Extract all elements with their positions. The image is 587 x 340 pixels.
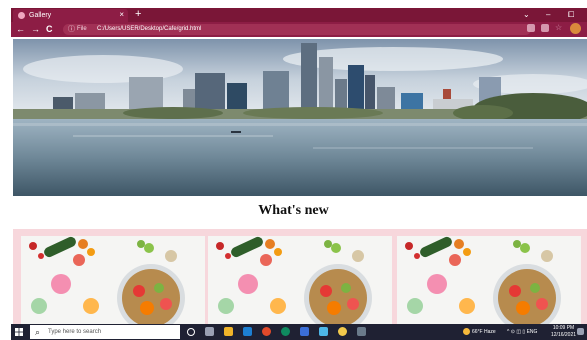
browser-tab-bar: Gallery × + ⌄ – ⧠ xyxy=(11,8,587,22)
info-icon[interactable]: ⓘ xyxy=(68,24,75,35)
hero-image xyxy=(13,39,587,196)
clock-time: 10:09 PM xyxy=(552,325,575,331)
bookmark-star-icon[interactable]: ☆ xyxy=(555,24,563,32)
store-icon[interactable] xyxy=(300,327,309,336)
edge-icon[interactable] xyxy=(281,327,290,336)
gallery-card xyxy=(21,236,205,324)
favicon-icon xyxy=(18,12,25,19)
paint-icon[interactable] xyxy=(357,327,366,336)
profile-avatar[interactable] xyxy=(570,23,581,34)
minimize-button[interactable]: – xyxy=(546,8,550,21)
url-scheme-label: File xyxy=(77,26,87,32)
gallery-grid xyxy=(13,229,587,324)
taskbar-search-box[interactable]: ⌕ Type here to search xyxy=(30,325,180,339)
share-icon[interactable] xyxy=(541,24,549,32)
tab-close-icon[interactable]: × xyxy=(119,9,124,20)
tab-search-icon[interactable]: ⌄ xyxy=(523,8,530,21)
windows-taskbar: ⌕ Type here to search 66°F Haze ^ ⊙ ◫ ▯ … xyxy=(11,324,587,340)
food-bowl-image xyxy=(21,236,205,324)
task-view-icon[interactable] xyxy=(205,327,214,336)
gallery-card xyxy=(397,236,581,324)
maximize-button[interactable]: ⧠ xyxy=(568,8,574,21)
food-bowl-image xyxy=(397,236,581,324)
url-input[interactable]: ⓘ File C:/Users/USER/Desktop/Cafe/grid.h… xyxy=(63,24,531,35)
page-title: What's new xyxy=(258,203,329,218)
search-icon: ⌕ xyxy=(35,327,41,337)
clock-date: 12/16/2021 xyxy=(551,332,577,338)
system-tray-icons[interactable]: ^ ⊙ ◫ ▯ ENG xyxy=(507,324,537,340)
gallery-card xyxy=(208,236,392,324)
tab-gallery[interactable]: Gallery × xyxy=(13,9,128,22)
city-skyline-river-image xyxy=(13,39,587,196)
brave-browser-icon[interactable] xyxy=(262,327,271,336)
translate-icon[interactable] xyxy=(527,24,535,32)
mail-icon[interactable] xyxy=(243,327,252,336)
taskbar-clock[interactable]: 10:09 PM 12/16/2021 xyxy=(551,325,576,339)
tab-title: Gallery xyxy=(29,12,52,19)
chrome-icon[interactable] xyxy=(338,327,347,336)
url-text[interactable]: C:/Users/USER/Desktop/Cafe/grid.html xyxy=(97,24,201,35)
weather-text[interactable]: 66°F Haze xyxy=(472,324,496,340)
weather-icon[interactable] xyxy=(463,328,470,335)
reload-button[interactable]: C xyxy=(46,23,53,36)
file-explorer-icon[interactable] xyxy=(224,327,233,336)
windows-start-icon[interactable] xyxy=(15,328,23,336)
notifications-icon[interactable] xyxy=(577,328,584,335)
food-bowl-image xyxy=(208,236,392,324)
address-bar-row: ← → C ⓘ File C:/Users/USER/Desktop/Cafe/… xyxy=(11,22,587,37)
forward-button[interactable]: → xyxy=(31,23,40,36)
search-placeholder: Type here to search xyxy=(48,329,102,335)
back-button[interactable]: ← xyxy=(16,23,25,36)
cortana-icon[interactable] xyxy=(187,328,195,336)
photos-icon[interactable] xyxy=(319,327,328,336)
new-tab-button[interactable]: + xyxy=(135,7,141,21)
